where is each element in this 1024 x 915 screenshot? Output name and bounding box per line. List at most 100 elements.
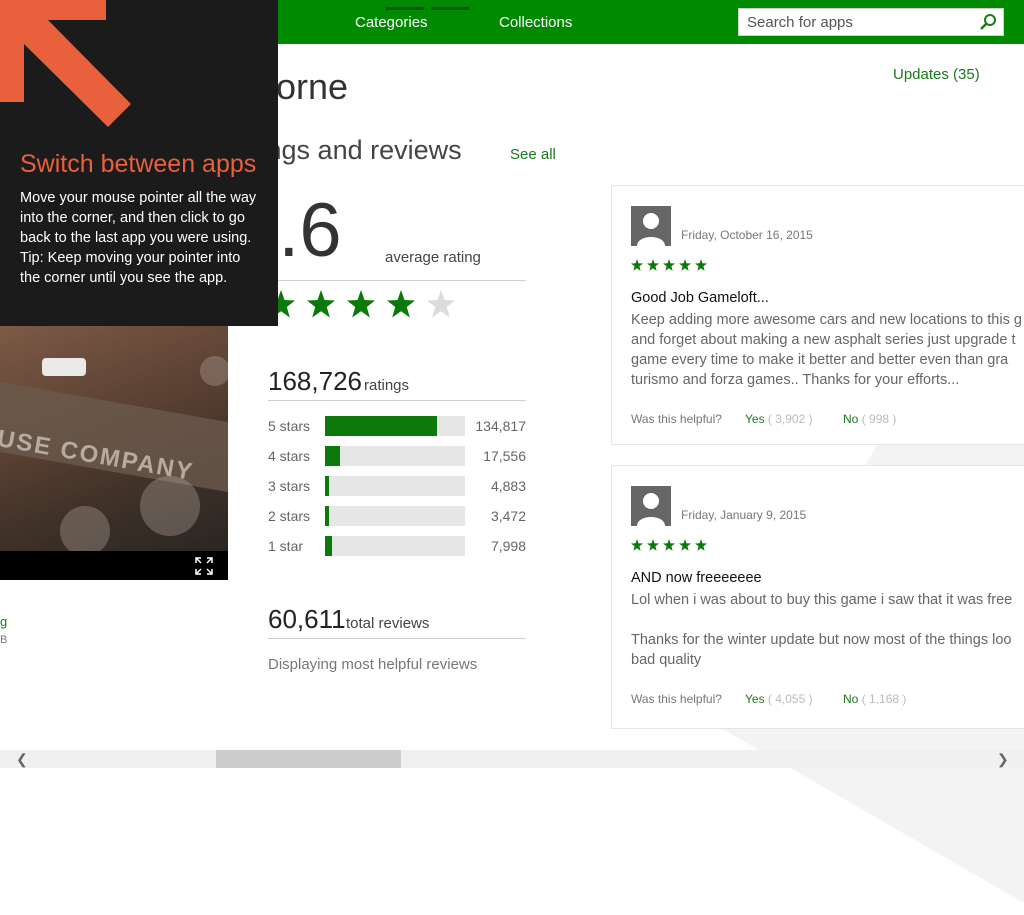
average-stars	[267, 290, 455, 318]
review-line: turismo and forza games.. Thanks for you…	[631, 372, 960, 388]
review-card: Friday, January 9, 2015 AND now freeeeee…	[611, 465, 1024, 729]
rating-bar-row: 2 stars 3,472	[268, 506, 528, 526]
review-line	[631, 610, 1024, 630]
review-line: Lol when i was about to buy this game i …	[631, 592, 1013, 608]
rating-bar-fill	[325, 446, 340, 466]
screenshot-bokeh	[140, 476, 200, 536]
scroll-left-icon[interactable]: ❮	[16, 751, 28, 768]
star-icon	[679, 539, 691, 551]
rating-bar-count: 7,998	[490, 538, 526, 554]
rating-bar-label: 3 stars	[268, 478, 311, 494]
screenshot-toolbar	[0, 551, 228, 580]
rating-bar-fill	[325, 416, 437, 436]
rating-bar-label: 1 star	[268, 538, 304, 554]
rating-bar-label: 4 stars	[268, 448, 311, 464]
divider	[268, 400, 526, 401]
screenshot-car	[42, 358, 86, 376]
reviews-count: 60,611	[268, 604, 346, 634]
avatar	[631, 486, 671, 526]
helpful-yes-count: ( 3,902 )	[767, 412, 813, 426]
review-line: Keep adding more awesome cars and new lo…	[631, 312, 1022, 328]
user-icon	[637, 213, 665, 246]
review-line: game every time to make it better and be…	[631, 352, 1009, 368]
app-screenshot[interactable]: USE COMPANY	[0, 326, 228, 551]
nav-collections[interactable]: Collections	[499, 14, 572, 31]
helpful-label: Was this helpful?	[631, 692, 722, 706]
user-icon	[637, 493, 665, 526]
review-line: and forget about making a new asphalt se…	[631, 332, 1016, 348]
star-icon	[307, 290, 335, 318]
arrow-icon	[0, 0, 131, 127]
rating-bar-count: 134,817	[475, 418, 526, 434]
reviews-count-label: total reviews	[346, 615, 430, 632]
helpful-yes-button[interactable]: Yes ( 3,902 )	[745, 412, 813, 426]
nav-indicator	[386, 7, 424, 10]
search-box[interactable]	[738, 8, 1004, 36]
helpful-no-count: ( 1,168 )	[861, 692, 907, 706]
divider	[268, 280, 526, 281]
rating-bar-label: 2 stars	[268, 508, 311, 524]
helpful-label: Was this helpful?	[631, 412, 722, 426]
see-all-link[interactable]: See all	[510, 146, 556, 163]
rating-bar-row: 4 stars 17,556	[268, 446, 528, 466]
rating-bar-fill	[325, 476, 329, 496]
star-icon	[663, 259, 675, 271]
rating-bar-fill	[325, 536, 332, 556]
rating-bar-count: 4,883	[490, 478, 526, 494]
review-body: Lol when i was about to buy this game i …	[631, 590, 1024, 670]
helpful-yes-label: Yes	[745, 692, 765, 706]
star-icon	[427, 290, 455, 318]
rating-bar-track	[325, 506, 465, 526]
star-icon	[679, 259, 691, 271]
average-rating-label: average rating	[385, 249, 481, 266]
star-icon	[387, 290, 415, 318]
rating-bar-row: 1 star 7,998	[268, 536, 528, 556]
review-title: AND now freeeeeee	[631, 570, 762, 586]
helpful-no-count: ( 998 )	[861, 412, 897, 426]
review-line: bad quality	[631, 652, 702, 668]
rating-bar-track	[325, 476, 465, 496]
rating-bar-count: 3,472	[490, 508, 526, 524]
rating-bar-track	[325, 536, 465, 556]
review-date: Friday, October 16, 2015	[681, 228, 813, 242]
review-stars	[631, 538, 711, 557]
screenshot-bokeh	[60, 506, 110, 551]
star-icon	[631, 259, 643, 271]
rating-bar-fill	[325, 506, 329, 526]
rating-bar-track	[325, 416, 465, 436]
updates-link[interactable]: Updates (35)	[893, 66, 980, 83]
helpful-no-button[interactable]: No ( 998 )	[843, 412, 896, 426]
review-stars	[631, 258, 711, 277]
star-icon	[695, 539, 707, 551]
avatar	[631, 206, 671, 246]
helpful-yes-count: ( 4,055 )	[767, 692, 813, 706]
displaying-note: Displaying most helpful reviews	[268, 656, 478, 673]
search-input[interactable]	[747, 13, 967, 31]
rating-bar-count: 17,556	[483, 448, 526, 464]
ratings-count: 168,726	[268, 366, 362, 396]
review-date: Friday, January 9, 2015	[681, 508, 807, 522]
helpful-no-button[interactable]: No ( 1,168 )	[843, 692, 906, 706]
horizontal-scrollbar[interactable]: ❮ ❯	[0, 750, 1024, 768]
scrollbar-thumb[interactable]	[216, 750, 401, 768]
scroll-right-icon[interactable]: ❯	[997, 751, 1009, 768]
left-fragment-link[interactable]: g	[0, 614, 7, 629]
star-icon	[631, 539, 643, 551]
rating-bar-row: 5 stars 134,817	[268, 416, 528, 436]
ratings-count-label: ratings	[364, 377, 410, 394]
tip-text: Move your mouse pointer all the way into…	[20, 190, 257, 246]
nav-categories[interactable]: Categories	[355, 14, 428, 31]
star-icon	[647, 259, 659, 271]
star-icon	[347, 290, 375, 318]
search-icon[interactable]	[979, 13, 997, 31]
expand-icon[interactable]	[195, 557, 213, 575]
rating-bar-row: 3 stars 4,883	[268, 476, 528, 496]
tip-text: Tip: Keep moving your pointer into the c…	[20, 250, 241, 286]
review-title: Good Job Gameloft...	[631, 290, 769, 306]
helpful-yes-button[interactable]: Yes ( 4,055 )	[745, 692, 813, 706]
review-body: Keep adding more awesome cars and new lo…	[631, 310, 1024, 390]
rating-bar-label: 5 stars	[268, 418, 311, 434]
nav-indicator	[431, 7, 469, 10]
tip-body: Move your mouse pointer all the way into…	[20, 188, 260, 288]
left-fragment-text: B	[0, 634, 8, 646]
